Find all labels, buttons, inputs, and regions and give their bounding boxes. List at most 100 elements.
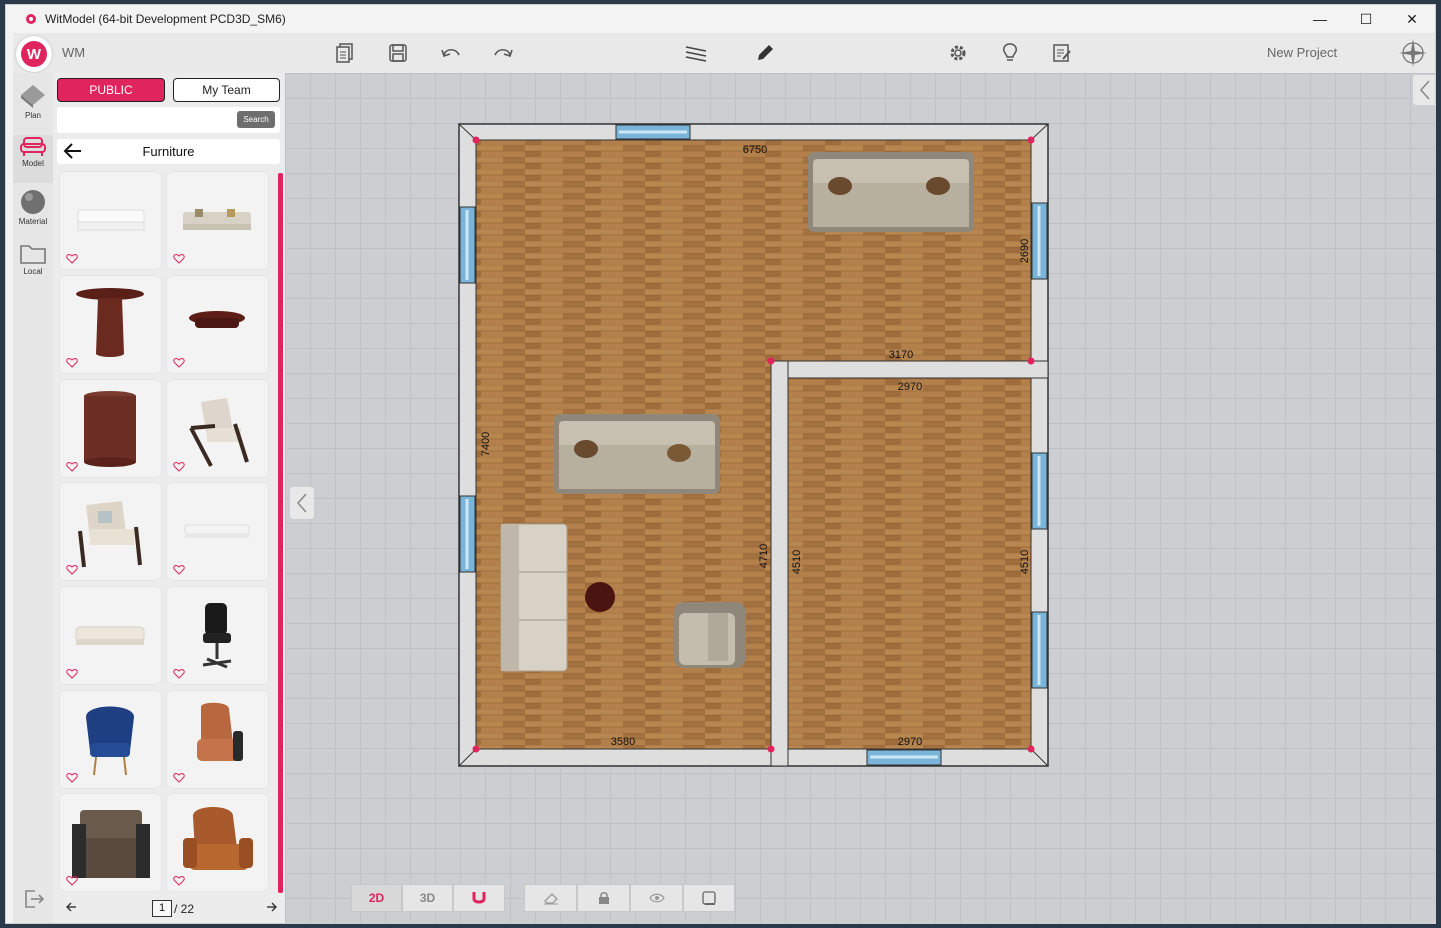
plan-canvas[interactable]: 6750 2690 3170 2970 7400 4710 4510 4510 … [285,73,1435,923]
nav-local[interactable]: Local [13,243,53,291]
category-bar: Furniture [57,139,280,164]
round-side-table[interactable] [585,582,615,612]
top-toolbar: W WM New Project [13,33,1435,73]
snap-button[interactable] [453,884,505,912]
compass-button[interactable] [1397,37,1429,69]
window-left-lower[interactable] [459,495,476,573]
panel-scrollbar[interactable] [278,173,283,893]
favorite-heart-icon[interactable] [173,668,185,680]
inner-wall-horizontal[interactable] [770,360,1049,379]
erase-button[interactable] [524,884,577,912]
window-right-2[interactable] [1031,452,1048,530]
undo-button[interactable] [439,41,463,65]
model-card[interactable] [60,794,161,891]
model-card[interactable] [60,380,161,477]
model-card[interactable] [167,794,268,891]
sofa-top-right[interactable] [808,152,974,232]
layers-button[interactable] [684,41,708,65]
model-card[interactable] [60,172,161,269]
new-file-button[interactable] [333,41,357,65]
redo-button[interactable] [491,41,515,65]
window-title: WitModel (64-bit Development PCD3D_SM6) [45,12,286,26]
window-right-1[interactable] [1031,202,1048,280]
lighting-button[interactable] [998,41,1022,65]
pager: 1 / 22 [53,895,285,919]
plan-icon [21,85,45,108]
window-top[interactable] [615,124,691,140]
favorite-heart-icon[interactable] [173,461,185,473]
model-card[interactable] [167,587,268,684]
dim-room2-right: 4510 [1019,550,1031,574]
dim-room2-top: 2970 [898,381,922,393]
armchair[interactable] [674,602,746,668]
favorite-heart-icon[interactable] [173,564,185,576]
model-card[interactable] [167,380,268,477]
app-icon [26,14,36,24]
layers-icon [685,46,707,62]
mode-2d-button[interactable]: 2D [351,884,402,912]
dim-left: 7400 [480,432,492,456]
gear-icon [950,45,966,61]
search-button[interactable]: Search [237,111,275,128]
back-button[interactable] [63,142,83,165]
close-button[interactable]: ✕ [1389,5,1435,33]
bedroom-floor[interactable] [787,377,1032,750]
favorite-heart-icon[interactable] [66,461,78,473]
page-input[interactable]: 1 [152,900,172,917]
favorite-heart-icon[interactable] [173,875,185,887]
model-card[interactable] [167,691,268,788]
draw-button[interactable] [753,41,777,65]
settings-button[interactable] [946,41,970,65]
magnet-icon [472,892,486,904]
save-button[interactable] [386,41,410,65]
sofa-left-wall[interactable] [500,523,568,672]
nav-model[interactable]: Model [13,135,53,183]
my-team-tab[interactable]: My Team [173,78,280,102]
minimize-button[interactable]: — [1297,5,1343,33]
favorite-heart-icon[interactable] [66,668,78,680]
window-right-3[interactable] [1031,611,1048,689]
model-grid [60,172,272,892]
favorite-heart-icon[interactable] [66,357,78,369]
inner-wall-vertical[interactable] [770,360,789,767]
favorite-heart-icon[interactable] [173,772,185,784]
nav-material-label: Material [18,217,48,226]
sofa-center[interactable] [554,414,720,494]
model-card[interactable] [167,483,268,580]
window-bottom[interactable] [866,749,942,766]
favorite-heart-icon[interactable] [173,253,185,265]
public-tab[interactable]: PUBLIC [57,78,165,102]
mode-3d-button[interactable]: 3D [402,884,453,912]
notes-button[interactable] [1050,41,1074,65]
maximize-button[interactable]: ☐ [1343,5,1389,33]
page-total: / 22 [174,902,195,916]
frame-button[interactable] [683,884,735,912]
dim-right-upper: 2690 [1019,239,1031,263]
lock-button[interactable] [577,884,630,912]
favorite-heart-icon[interactable] [66,564,78,576]
nav-plan[interactable]: Plan [13,83,53,131]
view-mode-bar: 2D 3D [351,884,505,912]
exit-button[interactable] [23,888,45,915]
favorite-heart-icon[interactable] [66,875,78,887]
next-page-button[interactable] [266,900,278,918]
dim-room2-left: 4510 [791,550,803,574]
visibility-button[interactable] [630,884,683,912]
nav-material[interactable]: Material [13,189,53,237]
exit-icon [25,890,45,908]
sofa-icon [20,137,46,156]
prev-page-button[interactable] [65,900,77,918]
search-input[interactable]: Search [57,107,280,133]
favorite-heart-icon[interactable] [66,253,78,265]
logo-letter: W [21,41,47,67]
model-card[interactable] [167,276,268,373]
model-card[interactable] [60,691,161,788]
app-logo[interactable]: W [16,36,52,72]
favorite-heart-icon[interactable] [173,357,185,369]
model-card[interactable] [167,172,268,269]
model-card[interactable] [60,276,161,373]
model-card[interactable] [60,587,161,684]
model-card[interactable] [60,483,161,580]
window-left-upper[interactable] [459,206,476,284]
favorite-heart-icon[interactable] [66,772,78,784]
